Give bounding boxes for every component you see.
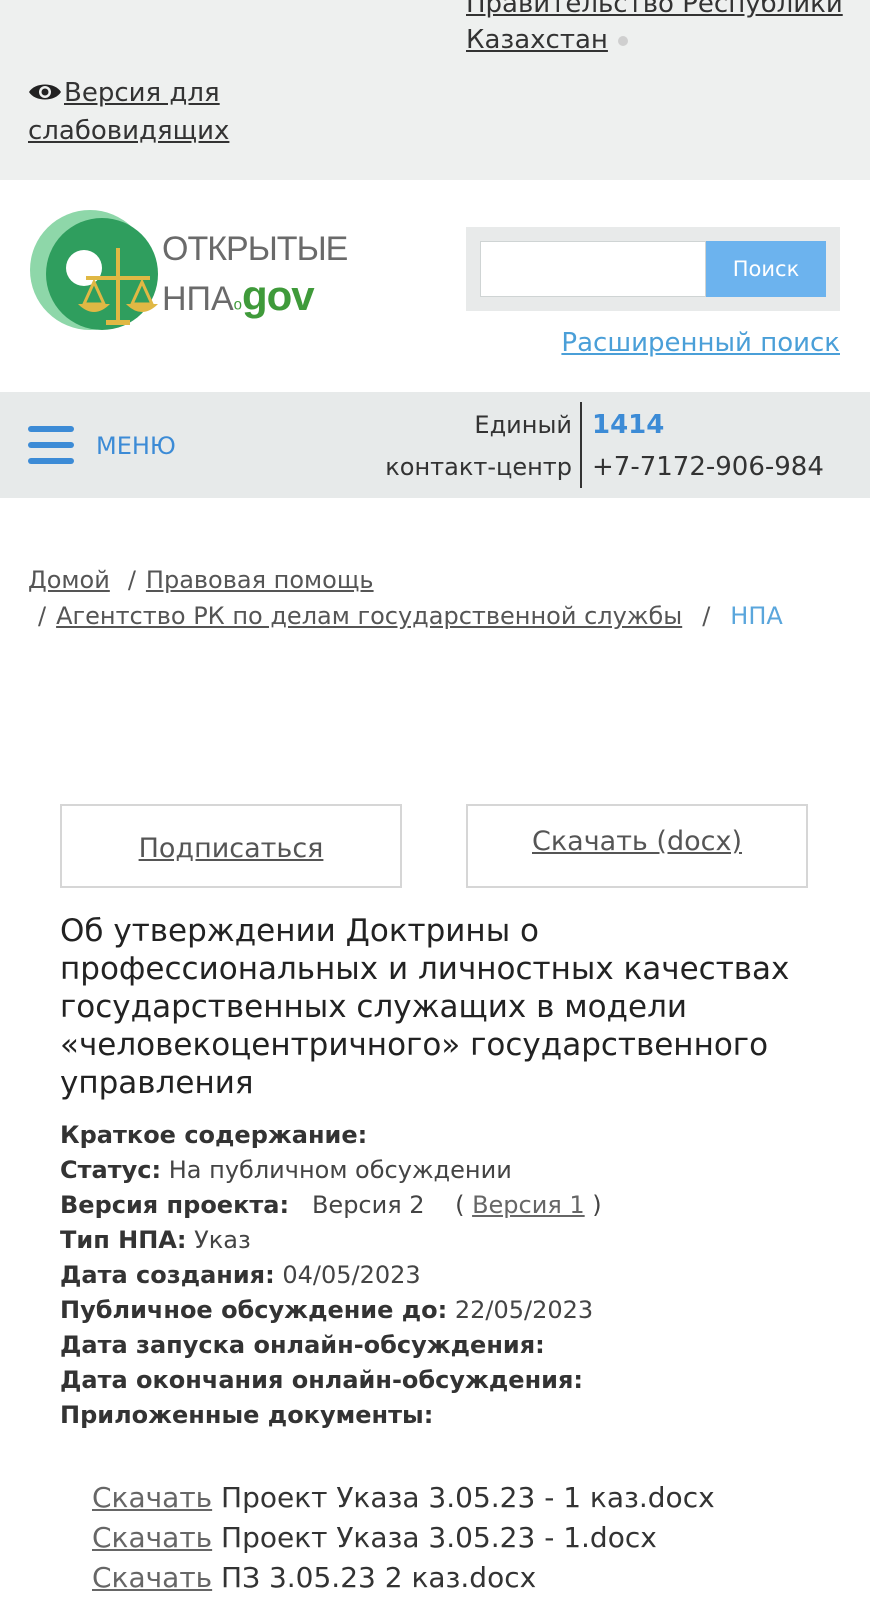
phone-short[interactable]: 1414 <box>592 404 664 446</box>
version-current: Версия 2 <box>311 1191 425 1219</box>
discussion-value: 22/05/2023 <box>454 1296 594 1324</box>
attachments-label: Приложенные документы: <box>60 1401 434 1429</box>
menu-bar: МЕНЮ Единый контакт-центр 1414 +7-7172-9… <box>0 392 870 498</box>
type-row: Тип НПА: Указ <box>60 1223 840 1258</box>
low-vision-link[interactable]: Версия для слабовидящих <box>28 74 229 150</box>
low-vision-line2[interactable]: слабовидящих <box>28 116 229 146</box>
online-start-row: Дата запуска онлайн-обсуждения: <box>60 1328 840 1363</box>
contact-center-label: Единый контакт-центр <box>385 404 572 488</box>
created-row: Дата создания: 04/05/2023 <box>60 1258 840 1293</box>
breadcrumb-legal-help[interactable]: Правовая помощь <box>146 566 374 594</box>
attachments-list: Скачать Проект Указа 3.05.23 - 1 каз.doc… <box>92 1478 852 1598</box>
summary-row: Краткое содержание: <box>60 1118 840 1153</box>
contact-line1: Единый <box>474 411 572 439</box>
gov-link[interactable]: Правительство Республики Казахстан <box>466 0 866 58</box>
status-row: Статус: На публичном обсуждении <box>60 1153 840 1188</box>
dot-icon <box>617 35 628 46</box>
online-start-label: Дата запуска онлайн-обсуждения: <box>60 1331 545 1359</box>
breadcrumb-separator: / <box>127 566 136 594</box>
subscribe-button[interactable]: Подписаться <box>60 804 402 888</box>
top-bar: Правительство Республики Казахстан Верси… <box>0 0 870 180</box>
gov-link-line2[interactable]: Казахстан <box>466 25 608 55</box>
version-label: Версия проекта: <box>60 1191 290 1219</box>
version-prev-link[interactable]: Версия 1 <box>472 1191 585 1219</box>
type-label: Тип НПА: <box>60 1226 187 1254</box>
hamburger-menu-icon[interactable] <box>28 426 74 464</box>
attachments-row: Приложенные документы: <box>60 1398 840 1433</box>
list-item: Скачать ПЗ 3.05.23 2 каз.docx <box>92 1558 852 1598</box>
search-button[interactable]: Поиск <box>706 241 826 297</box>
breadcrumb-separator: / <box>702 602 711 630</box>
list-item: Скачать Проект Указа 3.05.23 - 1 каз.doc… <box>92 1478 852 1518</box>
logo-text-line1: ОТКРЫТЫЕ <box>162 230 348 268</box>
contact-divider <box>580 402 582 488</box>
advanced-search-link[interactable]: Расширенный поиск <box>561 328 840 358</box>
eye-icon <box>29 84 61 100</box>
list-item: Скачать Проект Указа 3.05.23 - 1.docx <box>92 1518 852 1558</box>
download-docx-button[interactable]: Скачать (docx) <box>466 804 808 888</box>
breadcrumb-current: НПА <box>730 602 783 630</box>
logo-emblem-icon <box>30 210 158 330</box>
site-header: ОТКРЫТЫЕ НПАₒgov Поиск Расширенный поиск <box>0 180 870 392</box>
contact-line2: контакт-центр <box>385 453 572 481</box>
logo-gov: gov <box>241 272 315 319</box>
breadcrumb-separator: / <box>38 602 47 630</box>
subscribe-label: Подписаться <box>138 833 324 864</box>
download-label: Скачать (docx) <box>532 826 742 857</box>
breadcrumb-home[interactable]: Домой <box>28 566 110 594</box>
discussion-label: Публичное обсуждение до: <box>60 1296 448 1324</box>
site-logo[interactable]: ОТКРЫТЫЕ НПАₒgov <box>28 208 348 338</box>
status-value: На публичном обсуждении <box>168 1156 512 1184</box>
logo-dot-icon: ₒ <box>233 288 242 313</box>
type-value: Указ <box>194 1226 251 1254</box>
summary-label: Краткое содержание: <box>60 1121 368 1149</box>
online-end-label: Дата окончания онлайн-обсуждения: <box>60 1366 583 1394</box>
discussion-row: Публичное обсуждение до: 22/05/2023 <box>60 1293 840 1328</box>
breadcrumb-agency[interactable]: Агентство РК по делам государственной сл… <box>56 602 682 630</box>
created-value: 04/05/2023 <box>282 1261 421 1289</box>
gov-link-line1[interactable]: Правительство Республики <box>466 0 843 19</box>
search-input[interactable] <box>480 241 706 297</box>
download-link[interactable]: Скачать <box>92 1561 212 1594</box>
download-link[interactable]: Скачать <box>92 1481 212 1514</box>
created-label: Дата создания: <box>60 1261 275 1289</box>
document-meta: Краткое содержание: Статус: На публичном… <box>60 1118 840 1433</box>
file-name: Проект Указа 3.05.23 - 1 каз.docx <box>221 1481 715 1514</box>
version-row: Версия проекта: Версия 2 ( Версия 1 ) <box>60 1191 602 1219</box>
breadcrumb: Домой / Правовая помощь / Агентство РК по д… <box>28 562 848 634</box>
file-name: ПЗ 3.05.23 2 каз.docx <box>221 1561 537 1594</box>
logo-npa: НПА <box>162 280 234 318</box>
logo-text-line2: НПАₒgov <box>162 272 315 320</box>
search-box: Поиск <box>466 227 840 311</box>
phone-long[interactable]: +7-7172-906-984 <box>592 446 824 488</box>
low-vision-line1[interactable]: Версия для <box>64 78 220 108</box>
status-label: Статус: <box>60 1156 162 1184</box>
document-title: Об утверждении Доктрины о профессиональн… <box>60 913 790 1101</box>
menu-label[interactable]: МЕНЮ <box>96 432 176 460</box>
file-name: Проект Указа 3.05.23 - 1.docx <box>221 1521 657 1554</box>
download-link[interactable]: Скачать <box>92 1521 212 1554</box>
online-end-row: Дата окончания онлайн-обсуждения: <box>60 1363 840 1398</box>
